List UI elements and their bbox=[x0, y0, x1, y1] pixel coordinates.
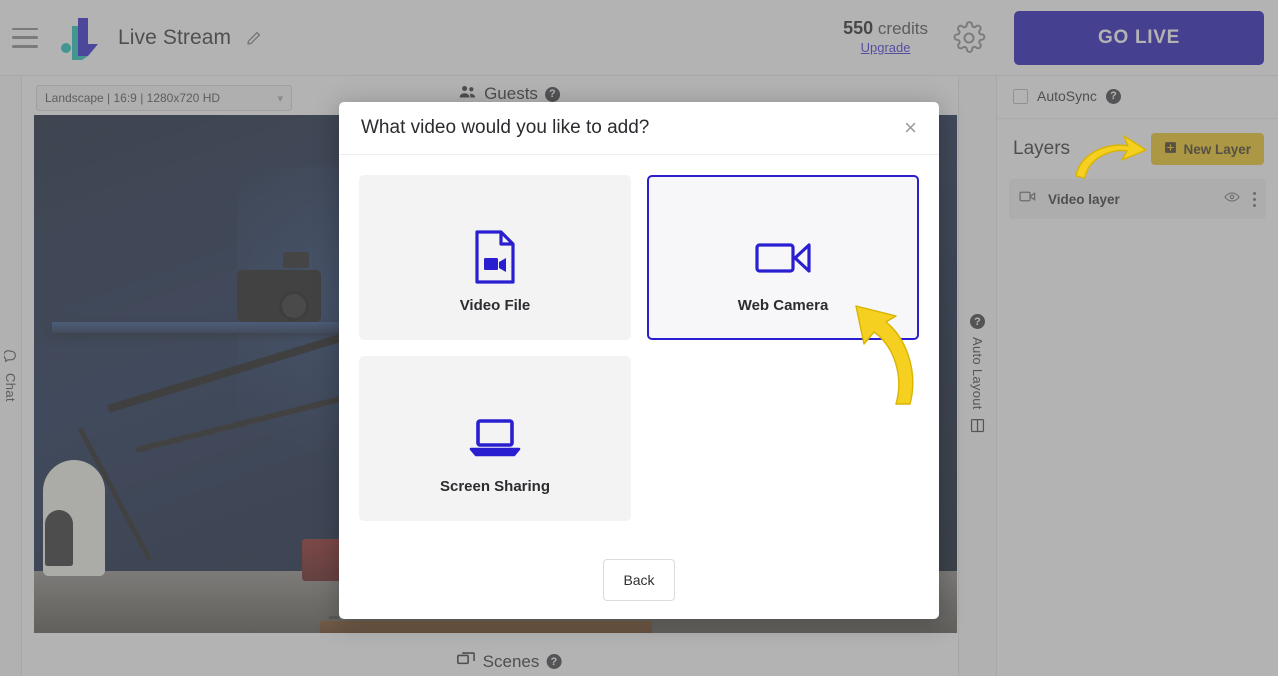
back-button[interactable]: Back bbox=[603, 558, 675, 601]
modal-body: Video File Web Camera Screen Sharing bbox=[339, 155, 939, 541]
option-label-video-file: Video File bbox=[459, 296, 531, 314]
option-card-web-camera[interactable]: Web Camera bbox=[647, 174, 919, 340]
add-video-modal: What video would you like to add? × Vide… bbox=[339, 102, 939, 619]
option-label-screen-sharing: Screen Sharing bbox=[439, 477, 551, 495]
modal-footer: Back bbox=[339, 541, 939, 619]
live-stream-studio-app: Live Stream 550 credits Upgrade GO LIVE bbox=[0, 0, 1278, 676]
close-x-icon[interactable]: × bbox=[904, 116, 917, 139]
option-card-video-file[interactable]: Video File bbox=[359, 174, 631, 340]
web-camera-icon bbox=[755, 226, 811, 288]
laptop-screen-icon bbox=[469, 407, 521, 469]
video-file-icon bbox=[473, 226, 517, 288]
option-card-screen-sharing[interactable]: Screen Sharing bbox=[359, 355, 631, 521]
modal-title: What video would you like to add? bbox=[361, 116, 650, 138]
modal-header: What video would you like to add? × bbox=[339, 102, 939, 155]
video-source-options: Video File Web Camera Screen Sharing bbox=[359, 174, 919, 521]
option-label-web-camera: Web Camera bbox=[737, 296, 829, 314]
